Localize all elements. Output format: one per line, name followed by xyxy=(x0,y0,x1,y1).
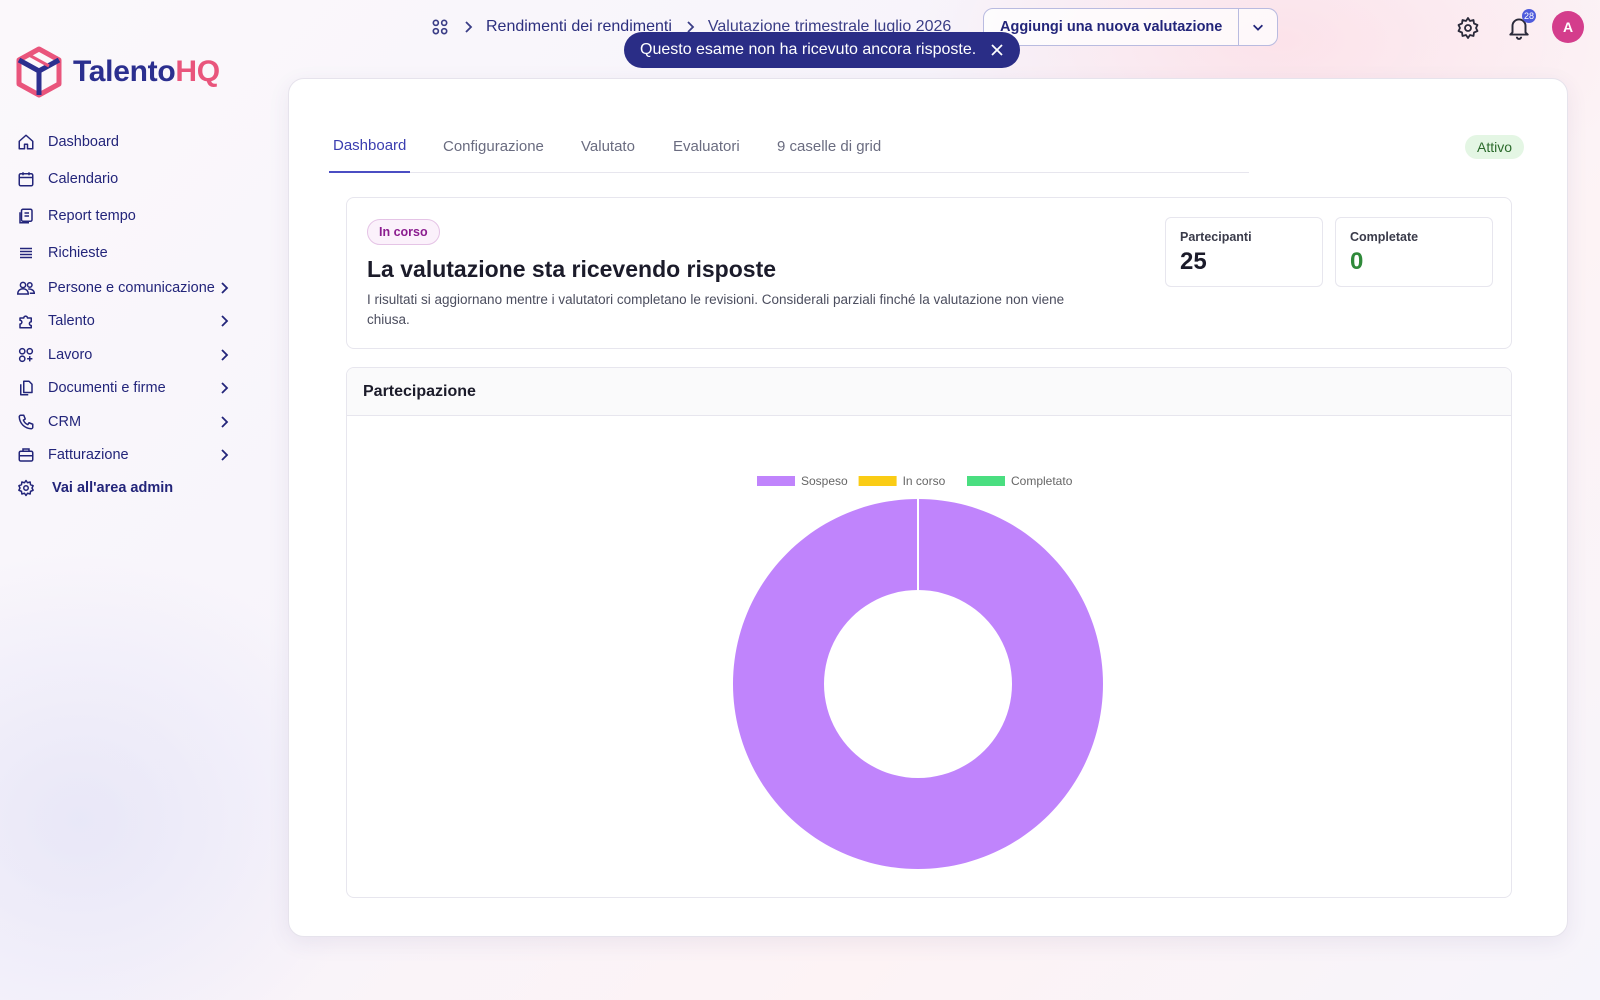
chevron-right-icon xyxy=(465,21,473,33)
sidebar-item-label: Documenti e firme xyxy=(48,380,166,396)
sidebar-item-label: Dashboard xyxy=(48,134,119,150)
chevron-right-icon xyxy=(221,349,229,361)
list-icon xyxy=(16,243,36,263)
sidebar-item-lavoro[interactable]: Lavoro xyxy=(16,340,242,370)
participants-stat: Partecipanti 25 xyxy=(1165,217,1323,287)
toast-message: Questo esame non ha ricevuto ancora risp… xyxy=(640,41,977,58)
chevron-right-icon xyxy=(221,449,229,461)
tab-dashboard[interactable]: Dashboard xyxy=(329,119,411,173)
legend-label[interactable]: Sospeso xyxy=(801,474,848,488)
sidebar-item-crm[interactable]: CRM xyxy=(16,407,242,437)
sidebar-item-admin[interactable]: Vai all'area admin xyxy=(16,473,242,503)
stat-value: 0 xyxy=(1350,248,1364,275)
sidebar-item-report-tempo[interactable]: Report tempo xyxy=(16,201,242,231)
chevron-right-icon xyxy=(221,382,229,394)
sidebar-item-label: Report tempo xyxy=(48,208,136,224)
puzzle-icon xyxy=(16,311,36,331)
completed-stat: Completate 0 xyxy=(1335,217,1493,287)
progress-badge: In corso xyxy=(367,219,440,245)
chevron-right-icon xyxy=(221,282,229,294)
sidebar-item-label: Lavoro xyxy=(48,347,93,363)
legend-label[interactable]: In corso xyxy=(903,474,946,488)
participation-donut-chart: Sospeso In corso Completato xyxy=(732,474,1103,869)
sidebar-item-label: CRM xyxy=(48,414,82,430)
avatar[interactable]: A xyxy=(1552,11,1584,43)
sidebar-item-richieste[interactable]: Richieste xyxy=(16,238,242,268)
cube-logo-icon xyxy=(16,46,62,98)
add-evaluation-button[interactable]: Aggiungi una nuova valutazione xyxy=(984,9,1240,45)
tab-valutato[interactable]: Valutato xyxy=(577,119,639,173)
participation-chart-card: Partecipazione Sospeso In corso Completato xyxy=(346,367,1512,898)
legend-swatch[interactable] xyxy=(858,476,897,486)
home-icon xyxy=(16,132,36,152)
legend-label[interactable]: Completato xyxy=(1011,474,1073,488)
logo-text: TalentoHQ xyxy=(73,55,220,88)
main-panel: Dashboard Configurazione Valutato Evalua… xyxy=(288,78,1568,937)
documents-icon xyxy=(16,378,36,398)
status-title: La valutazione sta ricevendo risposte xyxy=(367,256,777,282)
add-evaluation-split-button: Aggiungi una nuova valutazione xyxy=(983,8,1279,46)
sidebar-item-documenti[interactable]: Documenti e firme xyxy=(16,373,242,403)
sidebar-item-label: Calendario xyxy=(48,171,119,187)
sidebar-item-label: Talento xyxy=(48,313,95,329)
status-description: I risultati si aggiornano mentre i valut… xyxy=(367,292,1065,327)
calendar-icon xyxy=(16,169,36,189)
briefcase-icon xyxy=(16,445,36,465)
stat-value: 25 xyxy=(1180,248,1207,275)
stat-label: Completate xyxy=(1350,230,1419,244)
phone-icon xyxy=(16,412,36,432)
chevron-down-icon xyxy=(1253,24,1264,31)
gear-icon xyxy=(16,478,36,498)
sidebar-item-label: Fatturazione xyxy=(48,447,129,463)
settings-gear-icon[interactable] xyxy=(1456,16,1480,40)
chart-title: Partecipazione xyxy=(347,368,1511,416)
sidebar-item-dashboard[interactable]: Dashboard xyxy=(16,127,242,157)
logo[interactable]: TalentoHQ xyxy=(15,46,220,98)
chevron-right-icon xyxy=(221,315,229,327)
sidebar-item-label: Vai all'area admin xyxy=(52,480,174,496)
sidebar-item-calendario[interactable]: Calendario xyxy=(16,164,242,194)
sidebar-item-label: Richieste xyxy=(48,245,108,261)
legend-swatch[interactable] xyxy=(967,476,1005,486)
chevron-right-icon xyxy=(221,416,229,428)
people-icon xyxy=(16,278,36,298)
status-badge: Attivo xyxy=(1465,135,1525,159)
sidebar-item-persone[interactable]: Persone e comunicazione xyxy=(16,273,242,303)
report-icon xyxy=(16,206,36,226)
legend-swatch[interactable] xyxy=(757,476,795,486)
sidebar: TalentoHQ Dashboard Calendario Report te… xyxy=(0,0,260,1000)
tab-bar: Dashboard Configurazione Valutato Evalua… xyxy=(329,119,1249,173)
stat-label: Partecipanti xyxy=(1180,230,1252,244)
sidebar-item-talento[interactable]: Talento xyxy=(16,306,242,336)
tab-configurazione[interactable]: Configurazione xyxy=(439,119,548,173)
tab-9-box-grid[interactable]: 9 caselle di grid xyxy=(773,119,885,173)
evaluation-status-card: In corso La valutazione sta ricevendo ri… xyxy=(346,197,1512,349)
sidebar-item-fatturazione[interactable]: Fatturazione xyxy=(16,440,242,470)
add-evaluation-dropdown[interactable] xyxy=(1239,9,1277,45)
toast-notification: Questo esame non ha ricevuto ancora risp… xyxy=(624,32,1021,68)
apps-icon xyxy=(16,345,36,365)
tab-evaluatori[interactable]: Evaluatori xyxy=(669,119,744,173)
close-icon[interactable] xyxy=(990,43,1004,57)
sidebar-item-label: Persone e comunicazione xyxy=(48,280,215,296)
notification-badge: 28 xyxy=(1522,9,1537,23)
apps-icon[interactable] xyxy=(430,17,450,37)
